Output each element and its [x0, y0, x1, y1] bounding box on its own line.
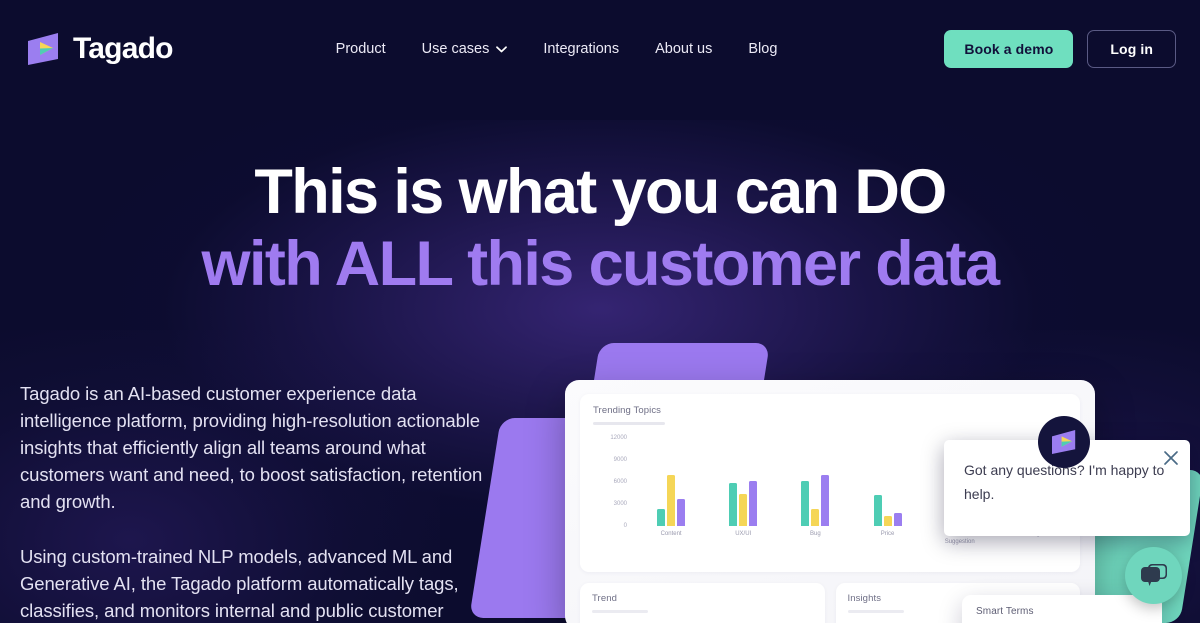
- chart-bar: [811, 509, 820, 526]
- chart-bar-group: [873, 438, 902, 526]
- trend-underline: [592, 610, 648, 613]
- x-axis-label: Price: [880, 531, 895, 537]
- headline-line-1: This is what you can DO: [254, 157, 947, 227]
- chart-y-axis: 12000 9000 6000 3000 0: [593, 435, 627, 529]
- chart-bar: [739, 494, 748, 526]
- logo-text: Tagado: [73, 32, 173, 65]
- nav-label: Use cases: [421, 41, 490, 57]
- chart-bar: [667, 474, 676, 526]
- chart-bar: [657, 509, 666, 526]
- logo[interactable]: Tagado: [24, 29, 173, 69]
- nav-item-product[interactable]: Product: [336, 41, 386, 57]
- nav-label: Product: [335, 41, 386, 57]
- nav-label: Integrations: [543, 41, 620, 57]
- close-icon[interactable]: [1162, 449, 1180, 467]
- avatar: [1038, 416, 1090, 468]
- chart-bar-group: [657, 438, 686, 526]
- trend-card: Trend: [580, 583, 825, 623]
- y-axis-tick: 6000: [613, 479, 627, 485]
- chart-bar: [893, 512, 902, 526]
- chart-bar: [873, 495, 882, 526]
- site-header: Tagado Product Use cases Integrations Ab…: [0, 0, 1200, 98]
- hero-description: Tagado is an AI-based customer experienc…: [20, 380, 490, 623]
- nav-item-integrations[interactable]: Integrations: [543, 41, 619, 57]
- chart-bar: [821, 474, 830, 526]
- chevron-down-icon: [496, 45, 508, 52]
- smart-terms-card: Smart Terms: [962, 595, 1162, 623]
- nav-label: About us: [655, 41, 713, 57]
- chart-bar: [729, 483, 738, 526]
- log-in-button[interactable]: Log in: [1087, 30, 1176, 68]
- page-title: This is what you can DO with ALL this cu…: [0, 160, 1200, 297]
- main-nav: Product Use cases Integrations About us …: [336, 41, 778, 57]
- x-axis-label: UX/UI: [735, 531, 752, 537]
- header-actions: Book a demo Log in: [944, 30, 1176, 68]
- nav-item-blog[interactable]: Blog: [748, 41, 777, 57]
- hero-section: This is what you can DO with ALL this cu…: [0, 160, 1200, 297]
- nav-label: Blog: [748, 41, 778, 57]
- y-axis-tick: 12000: [610, 435, 627, 441]
- trending-topics-title: Trending Topics: [593, 405, 662, 416]
- chart-bar: [749, 480, 758, 526]
- tagado-logo-icon: [28, 33, 58, 65]
- y-axis-tick: 9000: [613, 457, 627, 463]
- chart-bar: [677, 498, 686, 526]
- headline-line-2: with ALL this customer data: [201, 229, 1001, 300]
- chat-bubble-icon: [1140, 564, 1167, 586]
- chat-launcher-button[interactable]: [1125, 547, 1182, 604]
- trend-card-title: Trend: [592, 593, 617, 604]
- x-axis-label: Bug: [810, 531, 821, 537]
- chart-bar-group: [729, 438, 758, 526]
- nav-item-about-us[interactable]: About us: [655, 41, 712, 57]
- nav-item-use-cases[interactable]: Use cases: [422, 41, 508, 57]
- y-axis-tick: 0: [623, 523, 627, 529]
- chart-bar-group: [801, 438, 830, 526]
- smart-terms-title: Smart Terms: [976, 606, 1034, 617]
- chart-bar: [801, 480, 810, 526]
- tagado-logo-icon: [1052, 430, 1076, 454]
- insights-underline: [847, 610, 904, 613]
- description-paragraph-1: Tagado is an AI-based customer experienc…: [20, 383, 483, 512]
- chart-bar: [883, 516, 892, 526]
- title-underline: [593, 422, 665, 425]
- description-paragraph-2: Using custom-trained NLP models, advance…: [20, 546, 459, 621]
- landing-page: Tagado Product Use cases Integrations Ab…: [0, 0, 1200, 623]
- book-a-demo-button[interactable]: Book a demo: [944, 30, 1074, 68]
- x-axis-label: Content: [660, 531, 682, 537]
- y-axis-tick: 3000: [613, 501, 627, 507]
